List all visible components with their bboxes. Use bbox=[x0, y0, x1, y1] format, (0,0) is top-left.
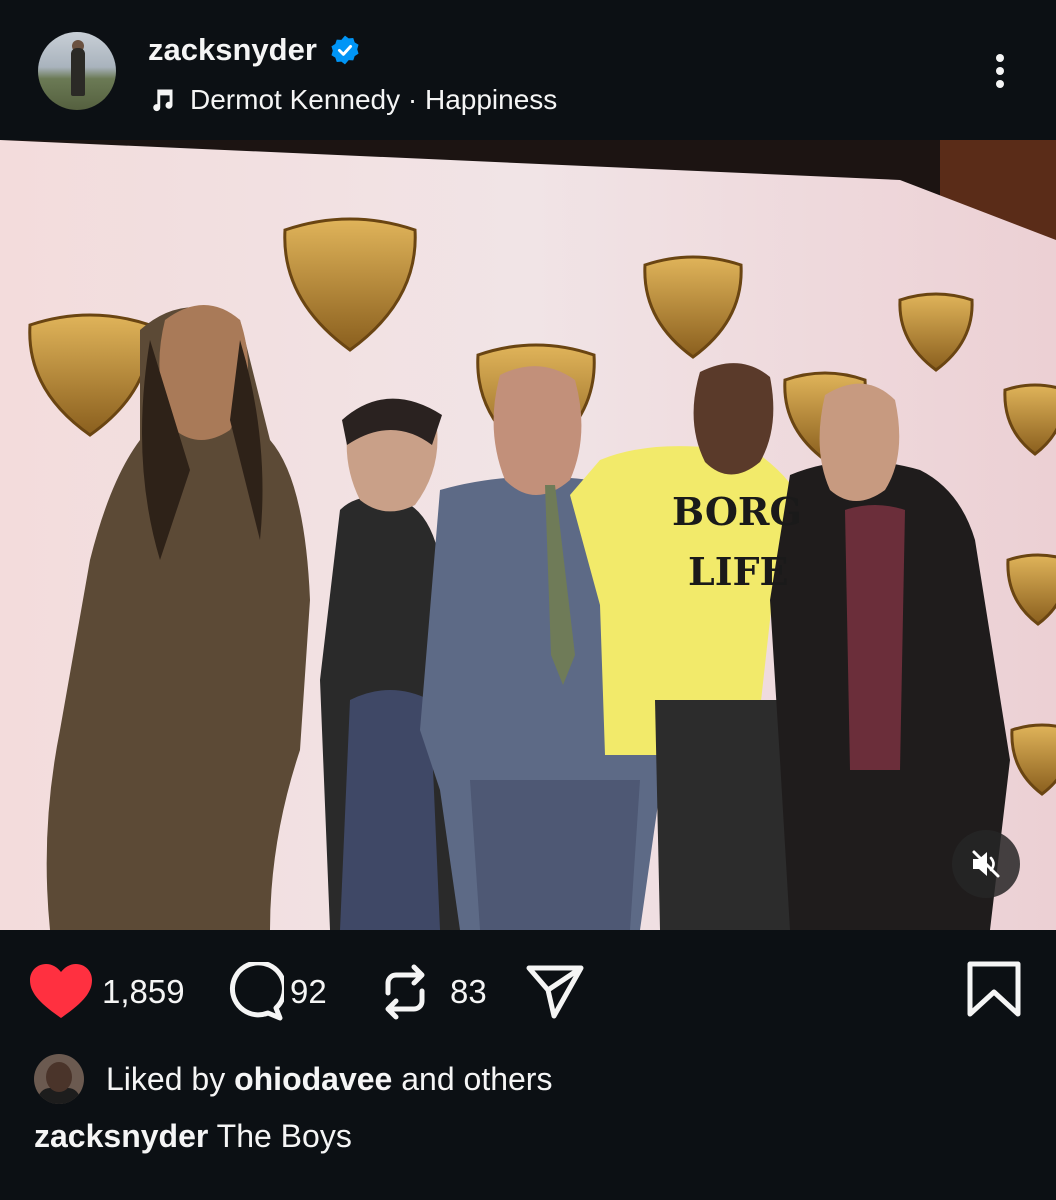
music-track-label: Dermot Kennedy · Happiness bbox=[190, 84, 558, 115]
share-button[interactable] bbox=[526, 962, 584, 1022]
mute-toggle-button[interactable] bbox=[952, 830, 1020, 898]
verified-badge-icon bbox=[331, 35, 359, 65]
repost-arrows-icon bbox=[385, 964, 425, 1020]
post-caption: zacksnyder The Boys bbox=[34, 1118, 352, 1155]
comment-count: 92 bbox=[290, 973, 327, 1010]
username-row: zacksnyder bbox=[148, 30, 361, 70]
caption-username[interactable]: zacksnyder bbox=[34, 1118, 208, 1154]
comment-bubble-icon bbox=[229, 962, 284, 1021]
liked-by-suffix: and others bbox=[401, 1060, 553, 1097]
comment-button[interactable]: 92 bbox=[224, 962, 327, 1022]
repost-count: 83 bbox=[450, 973, 487, 1010]
profile-avatar[interactable] bbox=[38, 32, 116, 110]
liked-by-username[interactable]: ohiodavee bbox=[234, 1061, 392, 1097]
muted-speaker-icon bbox=[972, 850, 1000, 878]
liker-avatar[interactable] bbox=[34, 1054, 84, 1104]
shirt-text-line2: LIFE bbox=[688, 549, 788, 594]
music-note-icon bbox=[153, 89, 173, 112]
liked-by-text: Liked by ohiodavee and others bbox=[106, 1061, 552, 1098]
username-link[interactable]: zacksnyder bbox=[148, 32, 317, 68]
post-header: zacksnyder Dermot Kennedy · Happiness bbox=[0, 0, 1056, 140]
send-paper-plane-icon bbox=[526, 965, 584, 1019]
shirt-text-line1: BORG bbox=[672, 489, 802, 534]
heart-filled-icon bbox=[30, 964, 92, 1018]
like-button[interactable]: 1,859 bbox=[30, 962, 185, 1022]
repost-button[interactable]: 83 bbox=[380, 962, 487, 1022]
more-options-icon[interactable] bbox=[980, 50, 1020, 92]
post-media[interactable]: BORG LIFE bbox=[0, 140, 1056, 930]
like-count: 1,859 bbox=[102, 973, 185, 1010]
action-bar: 1,859 92 83 bbox=[0, 930, 1056, 1050]
liked-by-row[interactable]: Liked by ohiodavee and others bbox=[34, 1052, 552, 1106]
caption-text: The Boys bbox=[216, 1118, 352, 1154]
music-attribution[interactable]: Dermot Kennedy · Happiness bbox=[148, 80, 557, 120]
bookmark-icon[interactable] bbox=[966, 960, 1022, 1018]
liked-by-prefix: Liked by bbox=[106, 1060, 226, 1097]
post-photo: BORG LIFE bbox=[0, 140, 1056, 930]
